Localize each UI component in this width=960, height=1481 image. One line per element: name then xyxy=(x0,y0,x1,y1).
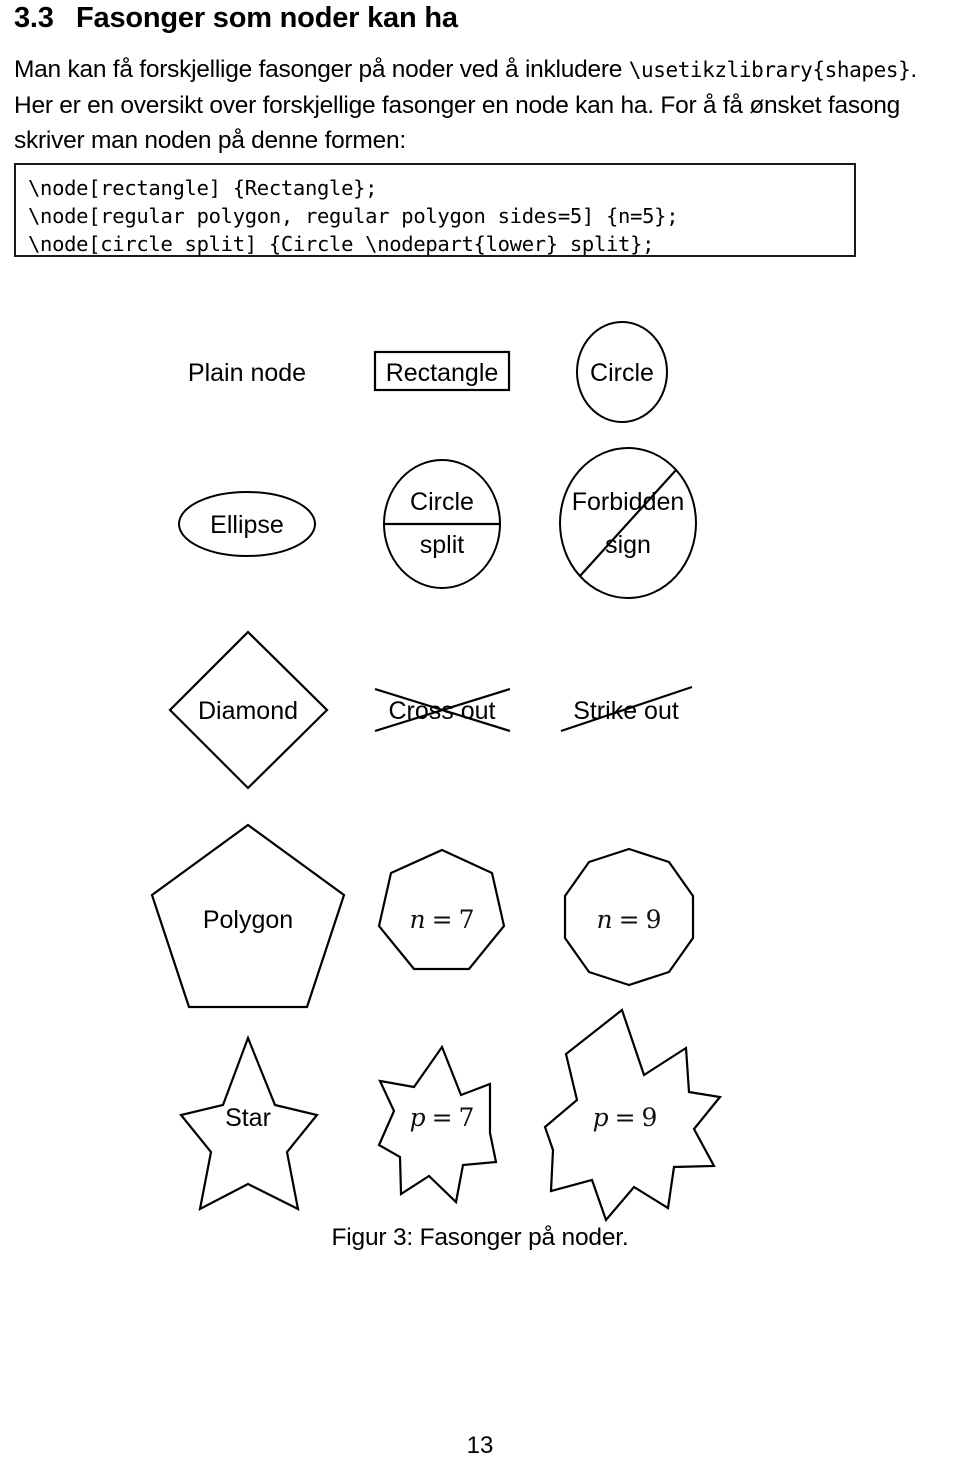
shape-label-star: Star xyxy=(225,1104,271,1132)
shape-label-forbidden-sign-upper: Forbidden xyxy=(572,488,685,516)
math-val: 7 xyxy=(459,1103,475,1132)
shape-rectangle: Rectangle xyxy=(373,350,511,392)
shape-label-ellipse: Ellipse xyxy=(210,511,284,539)
section-number: 3.3 xyxy=(14,2,54,34)
code-line: \node[circle split] {Circle \nodepart{lo… xyxy=(28,232,655,256)
shape-circle: Circle xyxy=(576,321,668,423)
math-var: p xyxy=(593,1103,609,1132)
math-op: = xyxy=(619,905,640,934)
figure-shapes-overview: Plain node Rectangle Circle Ellipse Circ… xyxy=(0,300,960,1260)
shape-label-polygon-n9: n = 9 xyxy=(597,905,662,934)
shape-forbidden-sign: Forbidden sign xyxy=(559,447,697,599)
shape-label-polygon-n7: n = 7 xyxy=(410,905,475,934)
shape-circle-split: Circle split xyxy=(383,459,501,589)
code-line: \node[regular polygon, regular polygon s… xyxy=(28,204,679,228)
shape-regular-polygon-7: n = 7 xyxy=(377,848,506,971)
shape-regular-polygon-9: n = 9 xyxy=(563,847,695,987)
shape-label-star-p7: p = 7 xyxy=(410,1103,475,1132)
code-listing-box: \node[rectangle] {Rectangle}; \node[regu… xyxy=(14,163,856,257)
paragraph-text-before-code: Man kan få forskjellige fasonger på node… xyxy=(14,56,629,83)
inline-code-usetikzlibrary: \usetikzlibrary{shapes} xyxy=(628,58,911,82)
math-op: = xyxy=(432,905,453,934)
shape-label-circle: Circle xyxy=(590,359,654,387)
page-title: 3.3 Fasonger som noder kan ha xyxy=(14,2,458,35)
shape-label-rectangle: Rectangle xyxy=(386,359,499,387)
math-op: = xyxy=(615,1103,636,1132)
shape-label-circle-split-lower: split xyxy=(420,531,465,559)
figure-caption: Figur 3: Fasonger på noder. xyxy=(331,1224,629,1251)
math-op: = xyxy=(432,1103,453,1132)
code-line: \node[rectangle] {Rectangle}; xyxy=(28,176,378,200)
math-var: p xyxy=(410,1103,426,1132)
shape-ellipse: Ellipse xyxy=(178,491,316,557)
section-title: Fasonger som noder kan ha xyxy=(76,2,458,34)
shape-star-9: p = 9 xyxy=(543,1008,723,1223)
shape-label-forbidden-sign-lower: sign xyxy=(605,531,651,559)
shape-label-polygon: Polygon xyxy=(203,906,293,934)
math-val: 7 xyxy=(459,905,475,934)
shape-label-plain-node: Plain node xyxy=(188,359,306,387)
math-var: n xyxy=(410,905,426,934)
shape-regular-polygon-5: Polygon xyxy=(150,823,346,1009)
shape-star-5: Star xyxy=(179,1034,319,1212)
document-page: 3.3 Fasonger som noder kan ha Man kan få … xyxy=(0,0,960,1481)
page-number: 13 xyxy=(466,1432,494,1459)
shape-strike-out: Strike out xyxy=(560,685,693,733)
math-val: 9 xyxy=(646,905,662,934)
shape-diamond: Diamond xyxy=(168,630,329,790)
shape-label-circle-split-upper: Circle xyxy=(410,488,474,516)
shape-star-7: p = 7 xyxy=(377,1044,498,1205)
shape-label-diamond: Diamond xyxy=(198,697,298,725)
math-var: n xyxy=(597,905,613,934)
math-val: 9 xyxy=(642,1103,658,1132)
shape-label-star-p9: p = 9 xyxy=(593,1103,658,1132)
intro-paragraph: Man kan få forskjellige fasonger på node… xyxy=(14,52,949,158)
shape-plain-node: Plain node xyxy=(188,359,306,387)
shape-cross-out: Cross out xyxy=(374,687,511,733)
